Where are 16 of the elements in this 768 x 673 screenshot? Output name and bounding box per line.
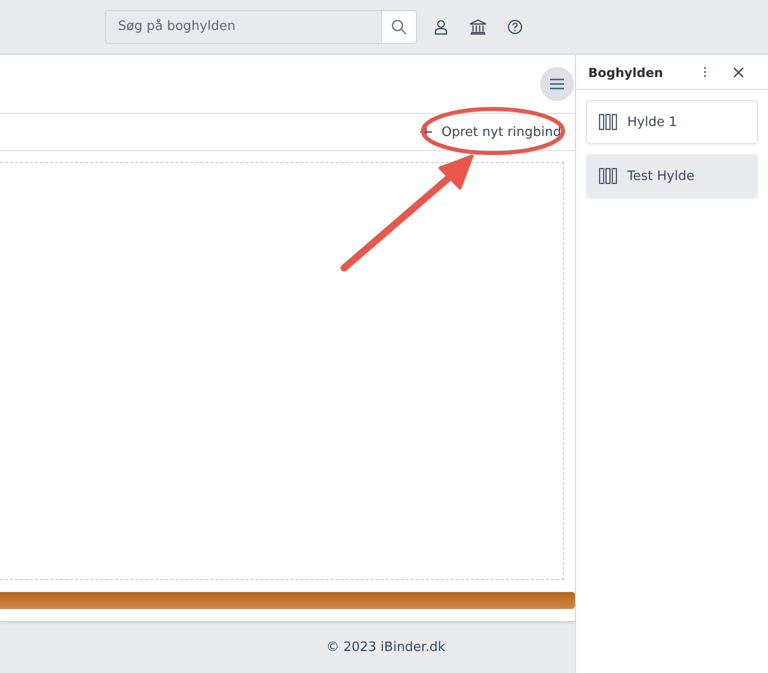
user-icon[interactable] [433,18,449,34]
close-icon[interactable] [733,66,744,78]
shelf-item[interactable]: Hylde 1 [586,100,758,144]
menu-icon [550,78,564,90]
help-icon[interactable] [507,18,523,34]
bank-icon[interactable] [469,18,487,34]
create-binder-button[interactable]: Opret nyt ringbind [420,124,562,140]
binders-icon [599,168,618,184]
copyright-text: © 2023 iBinder.dk [326,640,446,655]
sidebar-title: Boghylden [588,64,664,80]
shelf-item[interactable]: Test Hylde [586,154,758,198]
search-icon [391,18,407,34]
binders-icon [599,114,618,130]
search-button[interactable] [381,10,417,44]
menu-button[interactable] [540,67,574,101]
more-icon[interactable] [703,66,707,78]
